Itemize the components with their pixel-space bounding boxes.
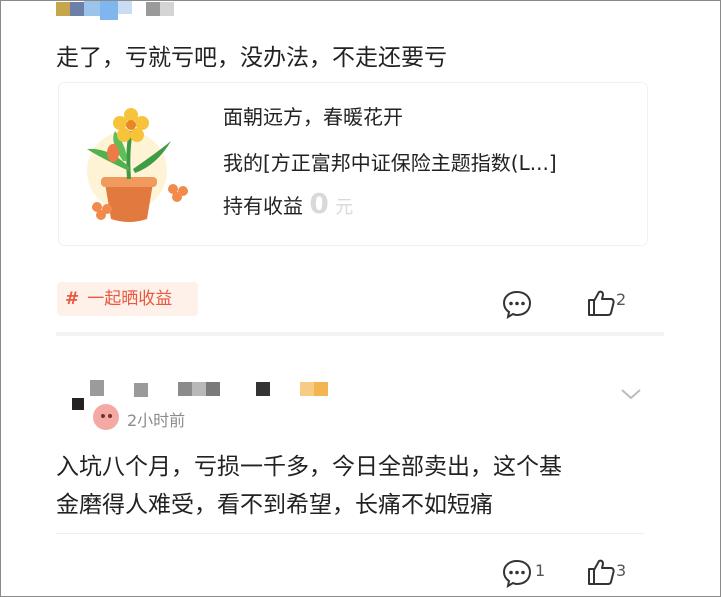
card-fund-name: 我的[方正富邦中证保险主题指数(L...] (223, 151, 557, 175)
thumbs-up-icon[interactable] (586, 288, 616, 318)
comment-count: 1 (535, 561, 546, 580)
card-title: 面朝远方，春暖花开 (223, 105, 403, 129)
like-count: 2 (616, 290, 627, 309)
holding-return-unit: 元 (335, 197, 354, 218)
card-holding-return: 持有收益 0 元 (223, 187, 353, 220)
fund-card[interactable]: 面朝远方，春暖花开 我的[方正富邦中证保险主题指数(L...] 持有收益 0 元 (58, 82, 648, 246)
row-divider (56, 533, 644, 534)
avatar[interactable] (93, 404, 119, 430)
holding-return-value: 0 (309, 187, 329, 220)
topic-tag[interactable]: # 一起晒收益 (57, 282, 198, 316)
comment-icon[interactable] (501, 558, 533, 588)
hash-icon: # (65, 289, 80, 309)
comment-icon[interactable] (501, 289, 533, 319)
topic-tag-label: 一起晒收益 (87, 289, 173, 309)
flower-pot-image (87, 108, 188, 222)
post-content-line1: 入坑八个月，亏损一千多，今日全部卖出，这个基 (56, 454, 562, 480)
post-content: 走了，亏就亏吧，没办法，不走还要亏 (56, 45, 447, 71)
post-content-line2: 金磨得人难受，看不到希望，长痛不如短痛 (56, 492, 493, 518)
like-count: 3 (616, 561, 627, 580)
holding-return-label: 持有收益 (223, 194, 303, 218)
post-time: 2小时前 (127, 411, 186, 430)
chevron-down-icon[interactable] (619, 386, 643, 402)
thumbs-up-icon[interactable] (586, 557, 616, 587)
section-divider (56, 332, 664, 336)
